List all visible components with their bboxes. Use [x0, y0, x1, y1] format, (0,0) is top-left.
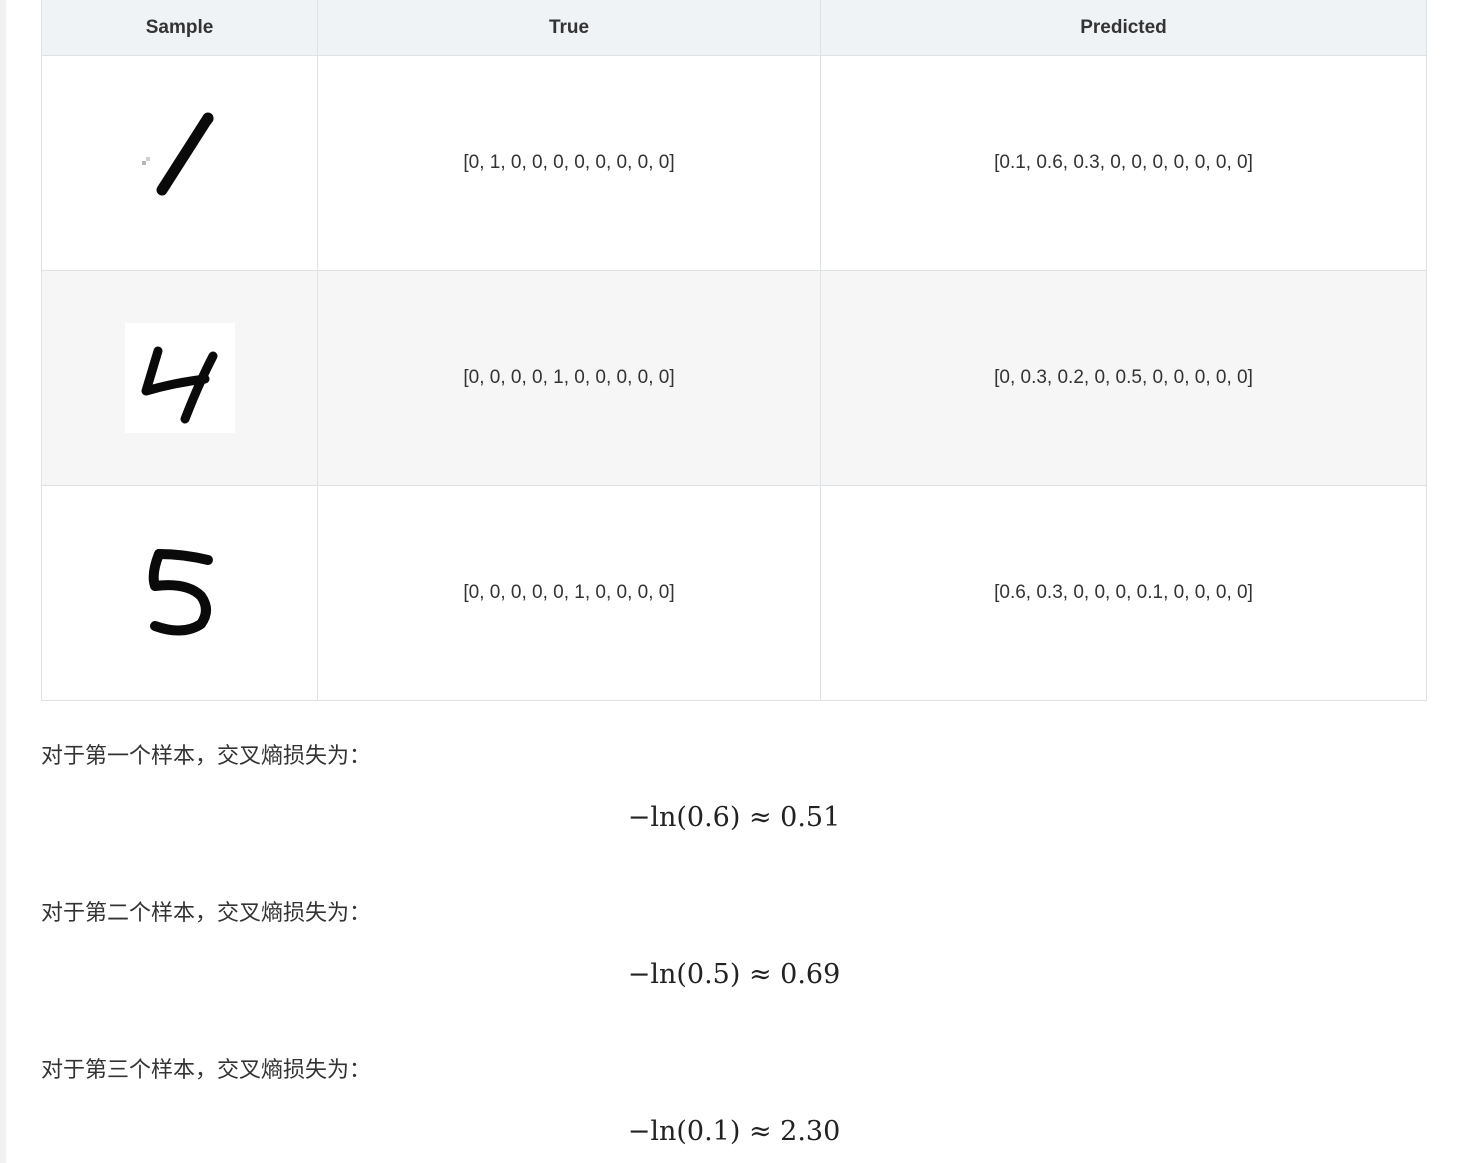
table-row: [0, 1, 0, 0, 0, 0, 0, 0, 0, 0] [0.1, 0.6…: [41, 55, 1427, 271]
handwritten-digit-1-icon: [124, 108, 235, 218]
explanation-text-1: 对于第一个样本，交叉熵损失为：: [41, 744, 372, 769]
table-row: [0, 0, 0, 0, 1, 0, 0, 0, 0, 0] [0, 0.3, …: [41, 270, 1427, 486]
predicted-cell: [0.6, 0.3, 0, 0, 0, 0.1, 0, 0, 0, 0]: [820, 485, 1427, 701]
explanation-text-3: 对于第三个样本，交叉熵损失为：: [41, 1058, 372, 1083]
handwritten-digit-4-icon: [124, 323, 235, 433]
samples-table: Sample True Predicted [0, 1, 0, 0, 0, 0,…: [41, 0, 1427, 701]
predicted-cell: [0.1, 0.6, 0.3, 0, 0, 0, 0, 0, 0, 0]: [820, 55, 1427, 271]
true-cell: [0, 0, 0, 0, 1, 0, 0, 0, 0, 0]: [317, 270, 821, 486]
table-header-row: Sample True Predicted: [41, 0, 1427, 56]
handwritten-digit-5-icon: [124, 538, 235, 648]
explanation-text-2: 对于第二个样本，交叉熵损失为：: [41, 901, 372, 926]
loss-formula-3: −ln(0.1) ≈ 2.30: [627, 1116, 841, 1147]
predicted-cell: [0, 0.3, 0.2, 0, 0.5, 0, 0, 0, 0, 0]: [820, 270, 1427, 486]
loss-formula-1: −ln(0.6) ≈ 0.51: [627, 802, 841, 833]
sample-cell: [41, 55, 318, 271]
true-cell: [0, 0, 0, 0, 0, 1, 0, 0, 0, 0]: [317, 485, 821, 701]
sample-cell: [41, 485, 318, 701]
sample-cell: [41, 270, 318, 486]
true-cell: [0, 1, 0, 0, 0, 0, 0, 0, 0, 0]: [317, 55, 821, 271]
loss-formula-2: −ln(0.5) ≈ 0.69: [627, 959, 841, 990]
header-true: True: [317, 0, 821, 56]
table-row: [0, 0, 0, 0, 0, 1, 0, 0, 0, 0] [0.6, 0.3…: [41, 485, 1427, 701]
header-predicted: Predicted: [820, 0, 1427, 56]
header-sample: Sample: [41, 0, 318, 56]
